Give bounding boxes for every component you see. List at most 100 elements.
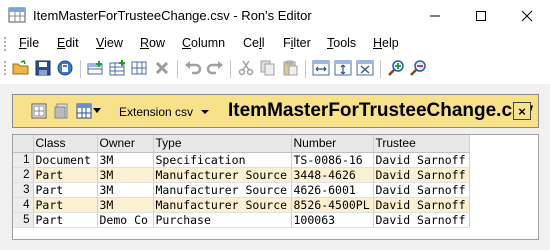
menu-help-accel: H	[373, 36, 383, 50]
menu-tools[interactable]: Tools	[327, 36, 356, 50]
close-button[interactable]	[504, 0, 550, 32]
menu-row[interactable]: Row	[140, 36, 165, 50]
row-number[interactable]: 1	[13, 152, 34, 168]
fit-width-button[interactable]	[311, 58, 331, 78]
grid-cell[interactable]: Part	[33, 197, 98, 213]
extension-selector[interactable]: Extension csv	[119, 105, 193, 119]
grid-cell[interactable]: Manufacturer Source	[153, 182, 292, 198]
grid-cell[interactable]: Part	[33, 212, 98, 228]
zoom-out-button[interactable]	[408, 58, 428, 78]
close-file-button[interactable]: ×	[513, 102, 531, 120]
grid-cell[interactable]: 3M	[97, 167, 154, 183]
grid-view-button[interactable]	[31, 103, 47, 119]
undo-button[interactable]	[183, 58, 203, 78]
grid-cell[interactable]: Manufacturer Source	[153, 167, 292, 183]
delete-button[interactable]	[152, 58, 172, 78]
save-button[interactable]	[33, 58, 53, 78]
toolbar	[0, 54, 550, 82]
column-header[interactable]: Owner	[97, 135, 154, 153]
open-button[interactable]	[11, 58, 31, 78]
window-title: ItemMasterForTrusteeChange.csv - Ron's E…	[33, 8, 312, 23]
app-icon	[8, 7, 26, 23]
fit-all-button[interactable]	[355, 58, 375, 78]
menu-file-accel: F	[19, 36, 27, 50]
layout-button[interactable]	[76, 103, 92, 119]
table-row: 3 Part 3M Manufacturer Source 4626-6001 …	[13, 182, 470, 198]
save-all-icon	[57, 60, 73, 76]
data-grid[interactable]: Class Owner Type Number Trustee 1 Docume…	[12, 134, 539, 240]
menu-edit[interactable]: Edit	[57, 36, 79, 50]
grid-cell[interactable]: 3M	[97, 182, 154, 198]
layout-dropdown[interactable]	[93, 103, 101, 119]
grid-cell[interactable]: David Sarnoff	[373, 167, 470, 183]
grid-cell[interactable]: Part	[33, 167, 98, 183]
grid-cell[interactable]: 3M	[97, 152, 154, 168]
copy-button[interactable]	[258, 58, 278, 78]
grid-cell[interactable]: David Sarnoff	[373, 152, 470, 168]
close-icon	[521, 10, 533, 22]
add-column-button[interactable]	[130, 58, 150, 78]
column-header[interactable]: Class	[33, 135, 98, 153]
column-header[interactable]: Trustee	[373, 135, 470, 153]
undo-icon	[185, 61, 202, 75]
layout-grid-icon	[76, 103, 92, 119]
menu-file-label: ile	[26, 36, 40, 50]
menu-grip-icon	[4, 37, 6, 51]
table-row: 1 Document 3M Specification TS-0086-16 D…	[13, 152, 470, 168]
menu-view[interactable]: View	[96, 36, 123, 50]
grid-cell[interactable]: TS-0086-16	[291, 152, 374, 168]
chevron-down-icon	[93, 108, 101, 113]
grid-cell[interactable]: 4626-6001	[291, 182, 374, 198]
row-number[interactable]: 5	[13, 212, 34, 228]
toolbar-separator	[80, 60, 81, 78]
grid-cell[interactable]: Document	[33, 152, 98, 168]
grid-cell[interactable]: 100063	[291, 212, 374, 228]
zoom-in-button[interactable]	[386, 58, 406, 78]
grid-cell[interactable]: Demo Co	[97, 212, 154, 228]
grid-cell[interactable]: Manufacturer Source	[153, 197, 292, 213]
grid-cell[interactable]: 3448-4626	[291, 167, 374, 183]
column-header[interactable]: Number	[291, 135, 374, 153]
grid-cell[interactable]: David Sarnoff	[373, 212, 470, 228]
menu-edit-label: dit	[65, 36, 79, 50]
menu-cell[interactable]: Cell	[243, 36, 265, 50]
row-number[interactable]: 2	[13, 167, 34, 183]
grid-table: Class Owner Type Number Trustee 1 Docume…	[13, 135, 470, 228]
add-column-icon	[131, 61, 147, 75]
corner-cell[interactable]	[13, 135, 34, 153]
row-number[interactable]: 4	[13, 197, 34, 213]
column-header[interactable]: Type	[153, 135, 292, 153]
menu-filter[interactable]: Filter	[283, 36, 311, 50]
fit-height-icon	[334, 60, 352, 76]
grid-cell[interactable]: David Sarnoff	[373, 197, 470, 213]
grid-cell[interactable]: Part	[33, 182, 98, 198]
save-all-button[interactable]	[55, 58, 75, 78]
menu-filter-label: lter	[293, 36, 311, 50]
minimize-icon	[430, 15, 440, 17]
file-properties-button[interactable]	[54, 103, 70, 119]
maximize-button[interactable]	[458, 0, 504, 32]
grid-cell[interactable]: David Sarnoff	[373, 182, 470, 198]
add-row-button[interactable]	[86, 58, 106, 78]
grid-cell[interactable]: 8526-4500PL	[291, 197, 374, 213]
copy-icon	[260, 60, 275, 76]
grid-cell[interactable]: Specification	[153, 152, 292, 168]
extension-dropdown-icon[interactable]	[201, 104, 209, 118]
paste-button[interactable]	[280, 58, 300, 78]
grid-cell[interactable]: Purchase	[153, 212, 292, 228]
row-number[interactable]: 3	[13, 182, 34, 198]
menu-cell-pre: Ce	[243, 36, 259, 50]
insert-row-button[interactable]	[108, 58, 128, 78]
minimize-button[interactable]	[412, 0, 458, 32]
cut-button[interactable]	[236, 58, 256, 78]
menu-column[interactable]: Column	[182, 36, 225, 50]
grid-cell[interactable]: 3M	[97, 197, 154, 213]
fit-height-button[interactable]	[333, 58, 353, 78]
insert-row-icon	[109, 60, 125, 76]
menu-bar: File Edit View Row Column Cell Filter To…	[0, 32, 550, 54]
menu-help[interactable]: Help	[373, 36, 399, 50]
redo-button[interactable]	[205, 58, 225, 78]
menu-tools-label: ools	[333, 36, 357, 50]
paste-icon	[283, 60, 298, 76]
menu-file[interactable]: File	[19, 36, 39, 50]
